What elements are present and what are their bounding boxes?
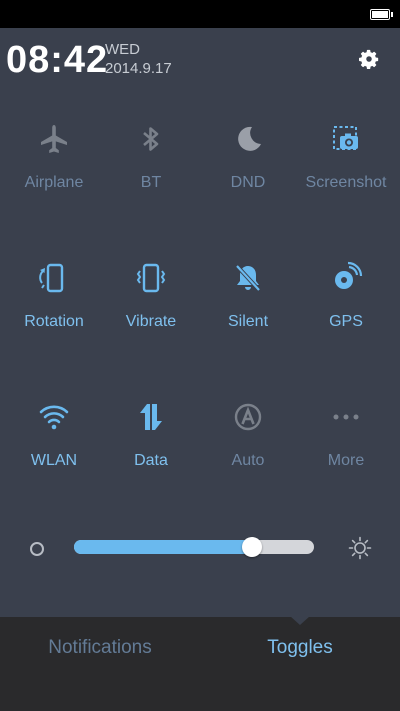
gps-icon <box>335 261 363 289</box>
bluetooth-icon <box>143 127 159 151</box>
silent-bell-icon <box>235 264 261 292</box>
clock: 08:42 <box>6 39 109 81</box>
tab-toggles[interactable]: Toggles <box>200 637 400 659</box>
rotation-icon <box>39 263 64 293</box>
brightness-high-icon <box>348 536 372 560</box>
wifi-icon <box>39 405 69 430</box>
toggle-gps[interactable]: GPS <box>296 249 396 349</box>
toggle-label: GPS <box>329 313 363 330</box>
airplane-icon <box>41 125 67 153</box>
toggle-dnd[interactable]: DND <box>198 110 298 210</box>
toggle-label: Rotation <box>24 313 84 330</box>
toggle-label: Auto <box>231 452 265 469</box>
auto-icon <box>234 403 262 431</box>
brightness-control <box>0 528 400 568</box>
toggle-auto[interactable]: Auto <box>198 388 298 488</box>
toggle-label: Vibrate <box>125 313 177 330</box>
header: 08:42 WED 2014.9.17 <box>0 28 400 88</box>
battery-icon <box>370 9 393 20</box>
toggle-label: DND <box>230 174 266 191</box>
toggle-wlan[interactable]: WLAN <box>4 388 104 488</box>
toggle-airplane[interactable]: Airplane <box>4 110 104 210</box>
date: 2014.9.17 <box>105 60 172 77</box>
toggle-label: Data <box>134 452 168 469</box>
brightness-fill <box>74 540 252 554</box>
toggle-row: Airplane BT DND Screenshot <box>0 110 400 249</box>
weekday: WED <box>105 41 140 58</box>
toggle-row: WLAN Data Auto More <box>0 388 400 527</box>
vibrate-icon <box>136 263 166 293</box>
toggle-more[interactable]: More <box>296 388 396 488</box>
bottom-tab-bar: Notifications Toggles <box>0 616 400 711</box>
toggle-silent[interactable]: Silent <box>198 249 298 349</box>
gear-icon[interactable] <box>358 48 380 70</box>
toggle-label: Silent <box>227 313 269 330</box>
toggle-label: Screenshot <box>305 174 387 191</box>
more-dots-icon <box>333 414 359 420</box>
toggle-label: More <box>327 452 365 469</box>
toggle-rotation[interactable]: Rotation <box>4 249 104 349</box>
brightness-slider[interactable] <box>74 540 314 554</box>
toggle-bt[interactable]: BT <box>101 110 201 210</box>
toggle-label: BT <box>140 174 162 191</box>
brightness-thumb[interactable] <box>241 537 262 557</box>
data-arrows-icon <box>140 404 162 430</box>
toggle-row: Rotation Vibrate Silent GPS <box>0 249 400 388</box>
toggle-label: Airplane <box>24 174 84 191</box>
toggle-grid: Airplane BT DND Screenshot Rotation Vibr… <box>0 110 400 527</box>
toggle-data[interactable]: Data <box>101 388 201 488</box>
status-bar <box>0 0 400 28</box>
moon-icon <box>238 126 261 151</box>
toggle-vibrate[interactable]: Vibrate <box>101 249 201 349</box>
toggle-screenshot[interactable]: Screenshot <box>296 110 396 210</box>
toggle-label: WLAN <box>30 452 78 469</box>
tab-notifications[interactable]: Notifications <box>0 637 200 659</box>
screenshot-icon <box>333 126 358 150</box>
brightness-low-icon <box>30 542 44 556</box>
active-tab-indicator <box>290 616 310 625</box>
